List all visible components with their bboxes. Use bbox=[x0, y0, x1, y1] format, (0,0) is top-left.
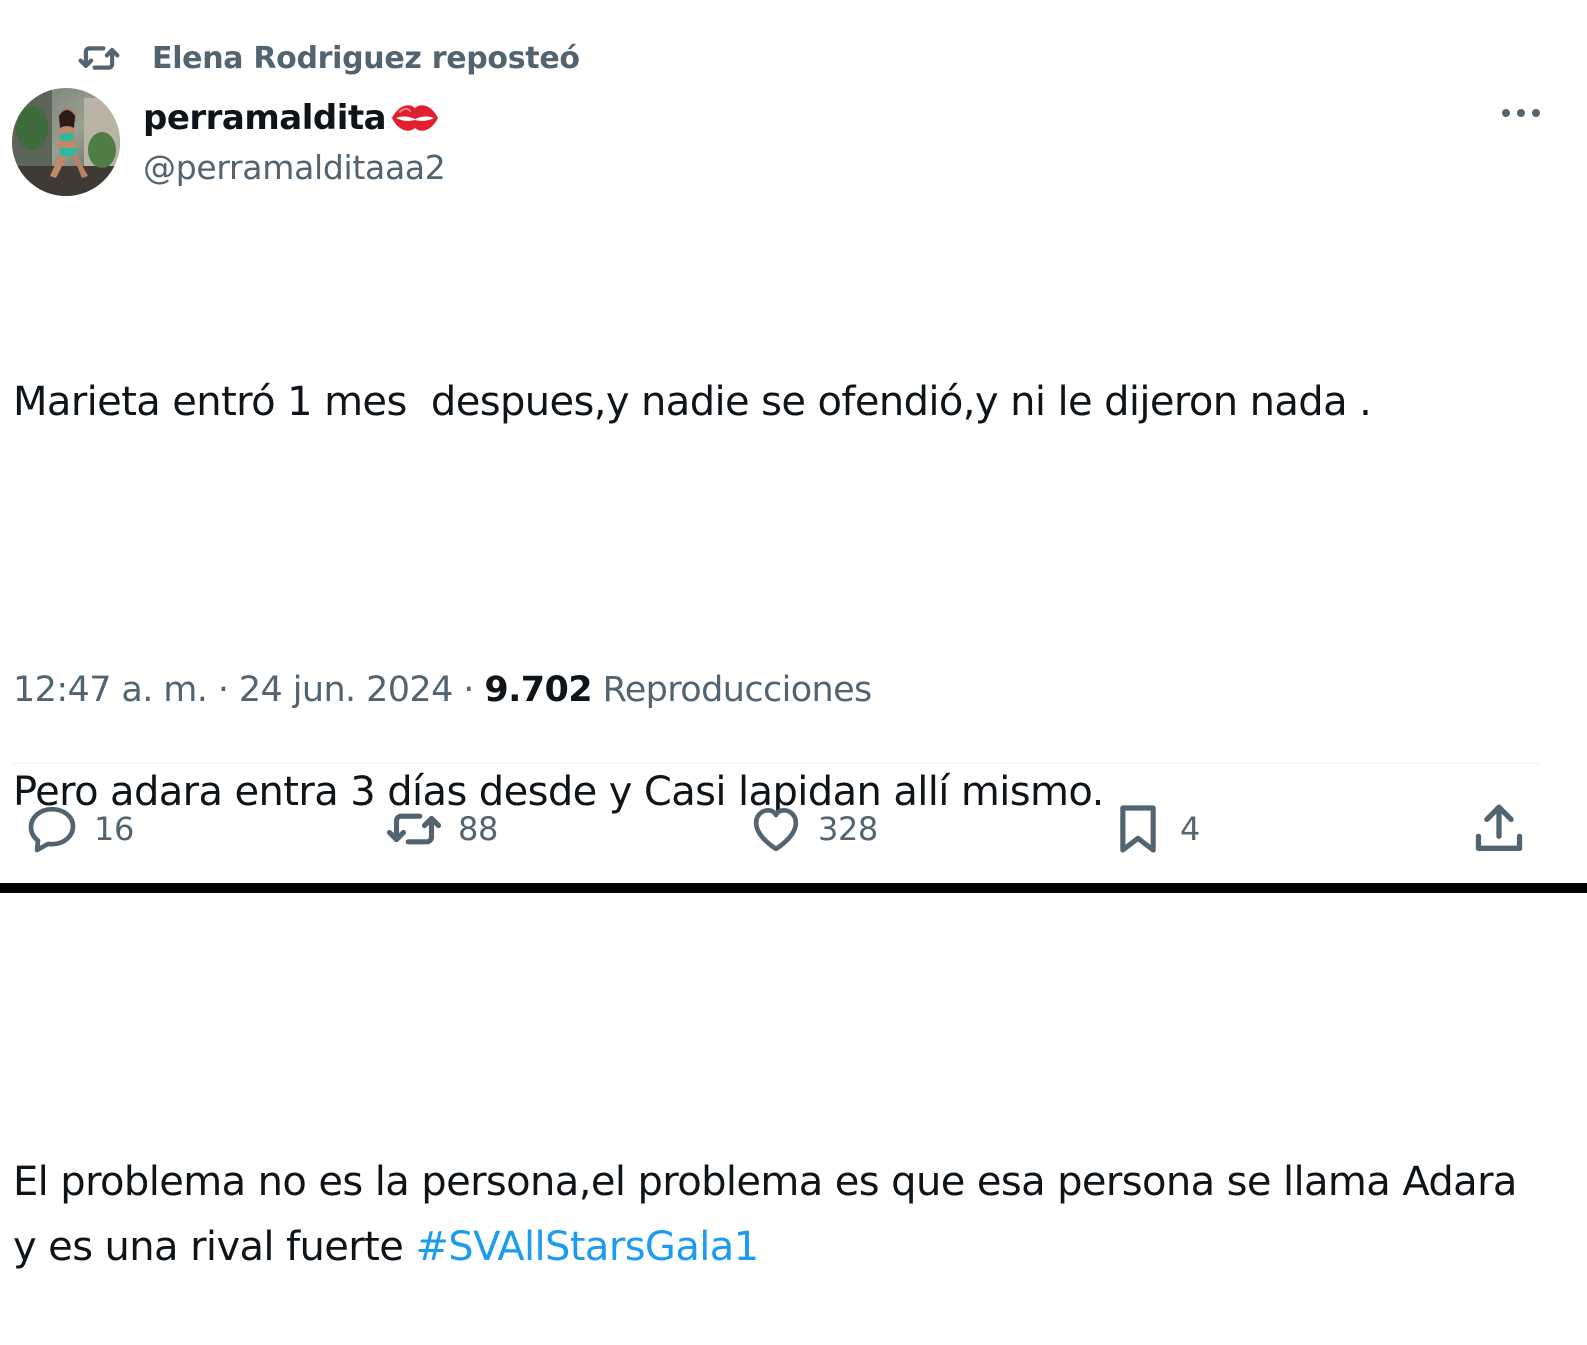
heart-icon bbox=[753, 808, 799, 852]
more-horizontal-icon bbox=[1502, 109, 1540, 117]
divider bbox=[12, 763, 1541, 764]
tweet-empty-line bbox=[13, 565, 1533, 630]
tweet-text: Marieta entró 1 mes despues,y nadie se o… bbox=[13, 240, 1533, 1345]
repost-label[interactable]: Elena Rodriguez reposteó bbox=[152, 41, 580, 76]
bookmark-count: 4 bbox=[1180, 810, 1200, 848]
bookmark-button[interactable]: 4 bbox=[1110, 798, 1200, 860]
like-count: 328 bbox=[818, 810, 878, 848]
meta-separator: · bbox=[207, 670, 239, 710]
tweet-paragraph-text: El problema no es la persona,el problema… bbox=[13, 1159, 1529, 1270]
more-options-button[interactable] bbox=[1495, 95, 1547, 131]
meta-separator: · bbox=[452, 670, 485, 710]
repost-header: Elena Rodriguez reposteó bbox=[78, 36, 580, 80]
share-button[interactable] bbox=[1470, 798, 1528, 860]
display-name[interactable]: perramaldita bbox=[143, 98, 387, 138]
views-label: Reproducciones bbox=[592, 670, 873, 710]
reply-button[interactable]: 16 bbox=[24, 798, 134, 860]
tweet-paragraph: Marieta entró 1 mes despues,y nadie se o… bbox=[13, 379, 1372, 425]
tweet-date[interactable]: 24 jun. 2024 bbox=[239, 670, 453, 710]
tweet-paragraph: El problema no es la persona,el problema… bbox=[13, 1150, 1533, 1280]
author-name-row[interactable]: perramaldita bbox=[143, 93, 440, 143]
bookmark-icon bbox=[1120, 805, 1156, 853]
avatar[interactable] bbox=[12, 88, 120, 196]
repost-icon bbox=[78, 37, 120, 79]
share-icon bbox=[1475, 804, 1523, 851]
hashtag-link[interactable]: #SVAllStarsGala1 bbox=[415, 1224, 759, 1270]
reply-icon bbox=[28, 806, 76, 853]
tweet-empty-line bbox=[13, 955, 1533, 1020]
views-count: 9.702 bbox=[484, 670, 593, 710]
reply-count: 16 bbox=[94, 810, 134, 848]
kiss-mark-icon bbox=[390, 98, 440, 138]
author-handle[interactable]: @perramalditaaa2 bbox=[143, 148, 446, 187]
like-button[interactable]: 328 bbox=[748, 798, 878, 860]
tweet-meta: 12:47 a. m. · 24 jun. 2024 · 9.702 Repro… bbox=[13, 670, 872, 710]
repost-count: 88 bbox=[458, 810, 498, 848]
repost-button[interactable]: 88 bbox=[384, 798, 498, 860]
bottom-edge bbox=[0, 883, 1587, 893]
repost-icon bbox=[386, 813, 442, 845]
tweet-time[interactable]: 12:47 a. m. bbox=[13, 670, 208, 710]
